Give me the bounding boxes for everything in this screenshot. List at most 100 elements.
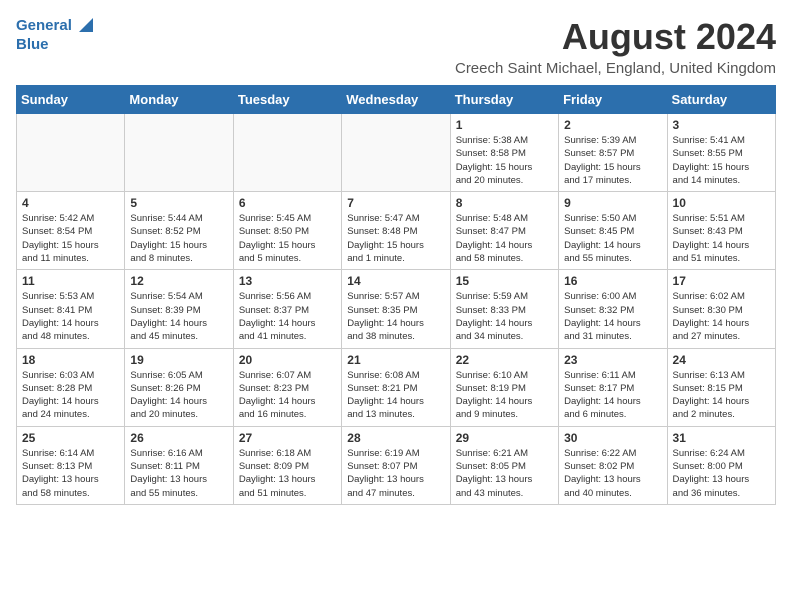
day-info: Sunrise: 6:13 AM Sunset: 8:15 PM Dayligh… [673, 369, 770, 422]
day-info: Sunrise: 6:07 AM Sunset: 8:23 PM Dayligh… [239, 369, 336, 422]
day-number: 13 [239, 274, 336, 288]
day-number: 10 [673, 196, 770, 210]
day-number: 21 [347, 353, 444, 367]
day-info: Sunrise: 6:11 AM Sunset: 8:17 PM Dayligh… [564, 369, 661, 422]
calendar-cell: 10 Sunrise: 5:51 AM Sunset: 8:43 PM Dayli… [667, 192, 775, 270]
day-number: 30 [564, 431, 661, 445]
calendar-cell [233, 114, 341, 192]
day-number: 19 [130, 353, 227, 367]
calendar-cell: 22 Sunrise: 6:10 AM Sunset: 8:19 PM Dayli… [450, 348, 558, 426]
calendar-cell: 14Sunrise: 5:57 AM Sunset: 8:35 PM Dayli… [342, 270, 450, 348]
day-info: Sunrise: 5:42 AM Sunset: 8:54 PM Dayligh… [22, 212, 119, 265]
day-info: Sunrise: 5:53 AM Sunset: 8:41 PM Dayligh… [22, 290, 119, 343]
calendar-cell: 5Sunrise: 5:44 AM Sunset: 8:52 PM Daylig… [125, 192, 233, 270]
day-info: Sunrise: 6:02 AM Sunset: 8:30 PM Dayligh… [673, 290, 770, 343]
header-thursday: Thursday [450, 86, 558, 114]
day-info: Sunrise: 6:14 AM Sunset: 8:13 PM Dayligh… [22, 447, 119, 500]
day-number: 26 [130, 431, 227, 445]
calendar-cell: 18 Sunrise: 6:03 AM Sunset: 8:28 PM Dayli… [17, 348, 125, 426]
calendar-cell: 1Sunrise: 5:38 AM Sunset: 8:58 PM Daylig… [450, 114, 558, 192]
calendar-cell: 30 Sunrise: 6:22 AM Sunset: 8:02 PM Dayli… [559, 426, 667, 504]
day-info: Sunrise: 6:05 AM Sunset: 8:26 PM Dayligh… [130, 369, 227, 422]
logo-icon [75, 14, 93, 32]
title-area: August 2024 Creech Saint Michael, Englan… [455, 16, 776, 77]
header-sunday: Sunday [17, 86, 125, 114]
day-info: Sunrise: 5:41 AM Sunset: 8:55 PM Dayligh… [673, 134, 770, 187]
calendar-week-2: 4 Sunrise: 5:42 AM Sunset: 8:54 PM Daylig… [17, 192, 776, 270]
calendar-week-5: 25Sunrise: 6:14 AM Sunset: 8:13 PM Dayli… [17, 426, 776, 504]
calendar-cell: 2 Sunrise: 5:39 AM Sunset: 8:57 PM Daylig… [559, 114, 667, 192]
day-info: Sunrise: 5:39 AM Sunset: 8:57 PM Dayligh… [564, 134, 661, 187]
day-number: 15 [456, 274, 553, 288]
day-number: 16 [564, 274, 661, 288]
header-saturday: Saturday [667, 86, 775, 114]
day-number: 3 [673, 118, 770, 132]
calendar-header-row: SundayMondayTuesdayWednesdayThursdayFrid… [17, 86, 776, 114]
day-number: 5 [130, 196, 227, 210]
day-info: Sunrise: 6:16 AM Sunset: 8:11 PM Dayligh… [130, 447, 227, 500]
day-number: 23 [564, 353, 661, 367]
calendar-cell: 12 Sunrise: 5:54 AM Sunset: 8:39 PM Dayli… [125, 270, 233, 348]
calendar-cell: 24 Sunrise: 6:13 AM Sunset: 8:15 PM Dayli… [667, 348, 775, 426]
calendar-cell: 8Sunrise: 5:48 AM Sunset: 8:47 PM Daylig… [450, 192, 558, 270]
day-number: 2 [564, 118, 661, 132]
day-number: 29 [456, 431, 553, 445]
day-info: Sunrise: 6:21 AM Sunset: 8:05 PM Dayligh… [456, 447, 553, 500]
calendar-cell: 20 Sunrise: 6:07 AM Sunset: 8:23 PM Dayli… [233, 348, 341, 426]
day-number: 4 [22, 196, 119, 210]
day-number: 12 [130, 274, 227, 288]
logo: General Blue [16, 16, 93, 54]
day-info: Sunrise: 5:57 AM Sunset: 8:35 PM Dayligh… [347, 290, 444, 343]
calendar-cell: 6 Sunrise: 5:45 AM Sunset: 8:50 PM Daylig… [233, 192, 341, 270]
day-info: Sunrise: 6:10 AM Sunset: 8:19 PM Dayligh… [456, 369, 553, 422]
calendar-cell: 21Sunrise: 6:08 AM Sunset: 8:21 PM Dayli… [342, 348, 450, 426]
day-info: Sunrise: 6:19 AM Sunset: 8:07 PM Dayligh… [347, 447, 444, 500]
day-info: Sunrise: 5:51 AM Sunset: 8:43 PM Dayligh… [673, 212, 770, 265]
day-info: Sunrise: 5:54 AM Sunset: 8:39 PM Dayligh… [130, 290, 227, 343]
day-number: 11 [22, 274, 119, 288]
calendar-cell: 9Sunrise: 5:50 AM Sunset: 8:45 PM Daylig… [559, 192, 667, 270]
day-number: 27 [239, 431, 336, 445]
day-info: Sunrise: 6:03 AM Sunset: 8:28 PM Dayligh… [22, 369, 119, 422]
calendar: SundayMondayTuesdayWednesdayThursdayFrid… [16, 85, 776, 505]
calendar-cell: 23 Sunrise: 6:11 AM Sunset: 8:17 PM Dayli… [559, 348, 667, 426]
calendar-cell: 13 Sunrise: 5:56 AM Sunset: 8:37 PM Dayli… [233, 270, 341, 348]
header-wednesday: Wednesday [342, 86, 450, 114]
day-number: 22 [456, 353, 553, 367]
day-info: Sunrise: 5:45 AM Sunset: 8:50 PM Dayligh… [239, 212, 336, 265]
day-number: 20 [239, 353, 336, 367]
header-friday: Friday [559, 86, 667, 114]
calendar-cell: 16 Sunrise: 6:00 AM Sunset: 8:32 PM Dayli… [559, 270, 667, 348]
calendar-cell: 15Sunrise: 5:59 AM Sunset: 8:33 PM Dayli… [450, 270, 558, 348]
day-number: 6 [239, 196, 336, 210]
day-number: 7 [347, 196, 444, 210]
calendar-week-1: 1Sunrise: 5:38 AM Sunset: 8:58 PM Daylig… [17, 114, 776, 192]
day-number: 18 [22, 353, 119, 367]
day-number: 24 [673, 353, 770, 367]
header: General Blue August 2024 Creech Saint Mi… [16, 16, 776, 77]
logo-text-general: General [16, 18, 72, 35]
day-number: 9 [564, 196, 661, 210]
day-info: Sunrise: 6:00 AM Sunset: 8:32 PM Dayligh… [564, 290, 661, 343]
day-info: Sunrise: 5:56 AM Sunset: 8:37 PM Dayligh… [239, 290, 336, 343]
calendar-cell: 31 Sunrise: 6:24 AM Sunset: 8:00 PM Dayli… [667, 426, 775, 504]
day-info: Sunrise: 6:18 AM Sunset: 8:09 PM Dayligh… [239, 447, 336, 500]
calendar-cell: 7 Sunrise: 5:47 AM Sunset: 8:48 PM Daylig… [342, 192, 450, 270]
day-info: Sunrise: 6:24 AM Sunset: 8:00 PM Dayligh… [673, 447, 770, 500]
day-info: Sunrise: 6:22 AM Sunset: 8:02 PM Dayligh… [564, 447, 661, 500]
day-info: Sunrise: 5:38 AM Sunset: 8:58 PM Dayligh… [456, 134, 553, 187]
calendar-cell: 28 Sunrise: 6:19 AM Sunset: 8:07 PM Dayli… [342, 426, 450, 504]
day-number: 8 [456, 196, 553, 210]
day-number: 31 [673, 431, 770, 445]
calendar-cell: 4 Sunrise: 5:42 AM Sunset: 8:54 PM Daylig… [17, 192, 125, 270]
calendar-cell [17, 114, 125, 192]
calendar-cell [125, 114, 233, 192]
subtitle: Creech Saint Michael, England, United Ki… [455, 60, 776, 77]
calendar-cell: 17Sunrise: 6:02 AM Sunset: 8:30 PM Dayli… [667, 270, 775, 348]
day-info: Sunrise: 5:47 AM Sunset: 8:48 PM Dayligh… [347, 212, 444, 265]
day-number: 28 [347, 431, 444, 445]
calendar-cell: 25Sunrise: 6:14 AM Sunset: 8:13 PM Dayli… [17, 426, 125, 504]
calendar-week-3: 11 Sunrise: 5:53 AM Sunset: 8:41 PM Dayli… [17, 270, 776, 348]
calendar-cell: 27 Sunrise: 6:18 AM Sunset: 8:09 PM Dayli… [233, 426, 341, 504]
calendar-cell: 11 Sunrise: 5:53 AM Sunset: 8:41 PM Dayli… [17, 270, 125, 348]
